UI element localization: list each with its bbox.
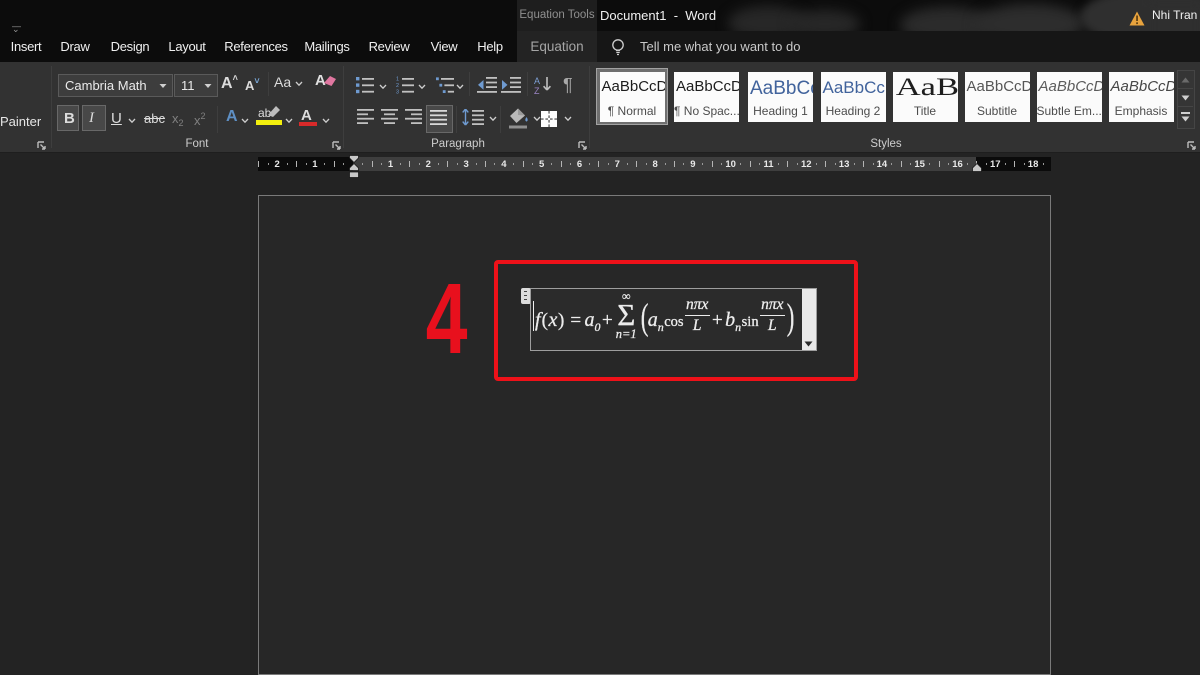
svg-text:Z: Z xyxy=(534,86,540,95)
svg-text:2: 2 xyxy=(396,83,399,89)
svg-text:1: 1 xyxy=(396,77,399,83)
svg-text:A: A xyxy=(534,76,540,86)
svg-text:3: 3 xyxy=(396,89,399,94)
